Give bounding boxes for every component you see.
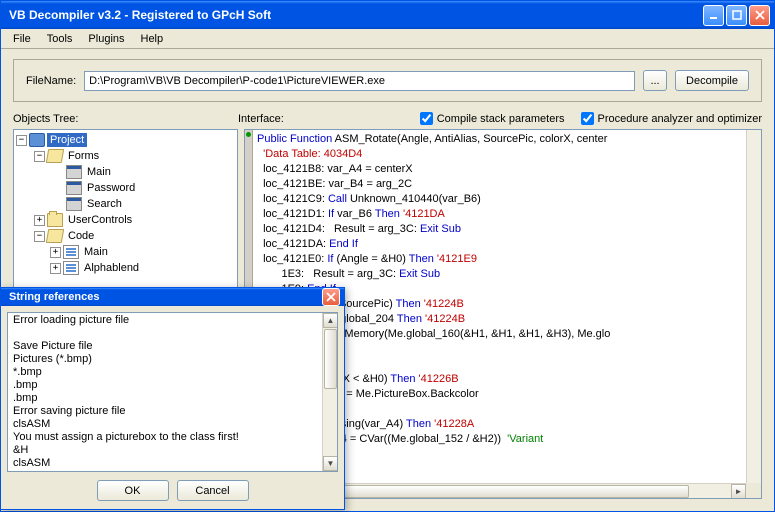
tree-usercontrols[interactable]: UserControls — [65, 213, 135, 227]
folder-open-icon — [46, 149, 64, 163]
vertical-scrollbar[interactable] — [746, 130, 761, 483]
tree-mod-alphablend[interactable]: Alphablend — [81, 261, 142, 275]
tree-form-search[interactable]: Search — [84, 197, 125, 211]
menu-file[interactable]: File — [5, 31, 39, 47]
expander-icon[interactable]: + — [50, 263, 61, 274]
list-item[interactable]: clsASM — [9, 457, 336, 470]
folder-closed-icon — [47, 213, 63, 227]
browse-button[interactable]: ... — [643, 70, 667, 91]
proc-analyzer-checkbox-wrap[interactable]: Procedure analyzer and optimizer — [581, 112, 762, 125]
tree-project[interactable]: Project — [47, 133, 87, 147]
list-item[interactable]: clsASM — [9, 418, 336, 431]
tree-code[interactable]: Code — [65, 229, 97, 243]
marker-icon — [246, 132, 251, 137]
proc-analyzer-label: Procedure analyzer and optimizer — [598, 113, 762, 125]
expander-icon[interactable]: + — [34, 215, 45, 226]
list-item[interactable]: &H — [9, 444, 336, 457]
headers-row: Objects Tree: Interface: Compile stack p… — [1, 112, 774, 129]
listbox-scrollbar[interactable]: ▲ ▼ — [322, 313, 337, 471]
window-title: VB Decompiler v3.2 - Registered to GPcH … — [5, 8, 701, 22]
dialog-close-button[interactable] — [322, 288, 340, 306]
expander-icon[interactable]: − — [16, 135, 27, 146]
module-icon — [63, 245, 79, 259]
project-icon — [29, 133, 45, 147]
compile-stack-checkbox[interactable] — [420, 112, 433, 125]
list-item[interactable]: Pictures (*.bmp) — [9, 353, 336, 366]
filename-input[interactable] — [84, 71, 635, 91]
maximize-button[interactable] — [726, 5, 747, 26]
form-icon — [66, 181, 82, 195]
expander-icon[interactable]: + — [50, 247, 61, 258]
objects-tree-label: Objects Tree: — [13, 113, 238, 125]
list-item[interactable]: *.bmp — [9, 366, 336, 379]
decompile-button[interactable]: Decompile — [675, 70, 749, 91]
cancel-button[interactable]: Cancel — [177, 480, 249, 501]
menu-help[interactable]: Help — [133, 31, 172, 47]
filename-panel: FileName: ... Decompile — [13, 59, 762, 102]
folder-open-icon — [46, 229, 64, 243]
list-item[interactable]: Error saving picture file — [9, 405, 336, 418]
dialog-title: String references — [5, 291, 320, 303]
scroll-thumb[interactable] — [324, 329, 337, 389]
ok-button[interactable]: OK — [97, 480, 169, 501]
list-item[interactable]: .bmp — [9, 392, 336, 405]
minimize-button[interactable] — [703, 5, 724, 26]
list-item[interactable]: Error loading picture file — [9, 314, 336, 327]
dialog-titlebar[interactable]: String references — [1, 288, 344, 306]
scroll-down-button[interactable]: ▼ — [323, 456, 338, 471]
scrollbar-corner — [746, 483, 761, 498]
tree-form-password[interactable]: Password — [84, 181, 138, 195]
expander-icon[interactable]: − — [34, 231, 45, 242]
filename-label: FileName: — [26, 75, 76, 87]
scroll-up-button[interactable]: ▲ — [323, 313, 338, 328]
menubar: File Tools Plugins Help — [1, 29, 774, 49]
string-references-dialog: String references Error loading picture … — [0, 287, 345, 510]
menu-tools[interactable]: Tools — [39, 31, 81, 47]
tree-forms[interactable]: Forms — [65, 149, 102, 163]
list-item[interactable]: Save Picture file — [9, 340, 336, 353]
form-icon — [66, 197, 82, 211]
interface-label: Interface: — [238, 113, 284, 125]
list-item[interactable]: .bmp — [9, 379, 336, 392]
expander-icon[interactable]: − — [34, 151, 45, 162]
menu-plugins[interactable]: Plugins — [80, 31, 132, 47]
list-item[interactable]: You must assign a picturebox to the clas… — [9, 431, 336, 444]
module-icon — [63, 261, 79, 275]
scroll-right-button[interactable]: ► — [731, 484, 746, 499]
form-icon — [66, 165, 82, 179]
tree-mod-main[interactable]: Main — [81, 245, 111, 259]
list-item[interactable] — [9, 327, 336, 340]
main-titlebar: VB Decompiler v3.2 - Registered to GPcH … — [1, 1, 774, 29]
proc-analyzer-checkbox[interactable] — [581, 112, 594, 125]
tree-form-main[interactable]: Main — [84, 165, 114, 179]
compile-stack-label: Compile stack parameters — [437, 113, 565, 125]
compile-stack-checkbox-wrap[interactable]: Compile stack parameters — [420, 112, 565, 125]
close-button[interactable] — [749, 5, 770, 26]
string-listbox[interactable]: Error loading picture file Save Picture … — [7, 312, 338, 472]
